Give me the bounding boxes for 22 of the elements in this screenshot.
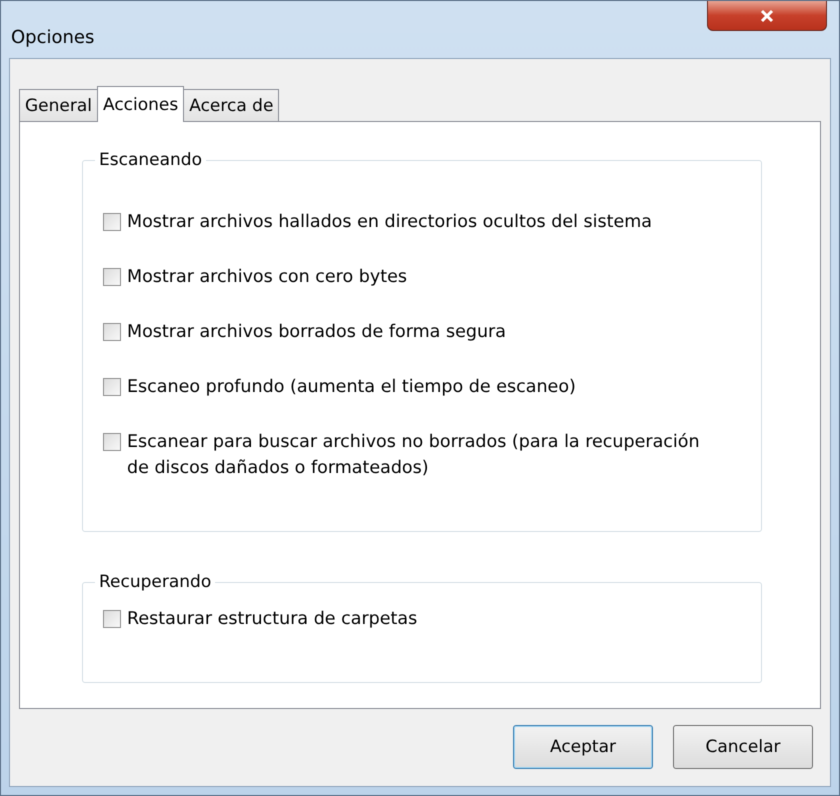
checkbox-label: Escanear para buscar archivos no borrados (para la recuperación de discos dañados o formateados) [127, 431, 701, 480]
tab[interactable]: Acerca de [183, 89, 280, 121]
dialog-button[interactable]: Cancelar [673, 725, 813, 769]
window-title: Opciones [11, 27, 94, 48]
checkbox-label: Mostrar archivos hallados en directorios ocultos del sistema [127, 211, 652, 234]
checkbox[interactable] [103, 213, 121, 231]
tab[interactable]: Acciones [97, 86, 184, 122]
checkbox[interactable] [103, 378, 121, 396]
close-button[interactable] [707, 1, 827, 31]
checkbox[interactable] [103, 268, 121, 286]
checkbox[interactable] [103, 433, 121, 451]
checkbox[interactable] [103, 323, 121, 341]
group-title: Recuperando [98, 572, 212, 592]
dialog-button[interactable]: Aceptar [513, 725, 653, 769]
checkbox-label: Mostrar archivos con cero bytes [127, 266, 407, 289]
checkbox-label: Restaurar estructura de carpetas [127, 608, 418, 631]
close-icon [759, 8, 775, 22]
checkbox-label: Mostrar archivos borrados de forma segura [127, 321, 506, 344]
checkbox-label: Escaneo profundo (aumenta el tiempo de escaneo) [127, 376, 576, 399]
checkbox[interactable] [103, 610, 121, 628]
group-title: Escaneando [98, 150, 203, 170]
tab[interactable]: General [19, 89, 98, 121]
